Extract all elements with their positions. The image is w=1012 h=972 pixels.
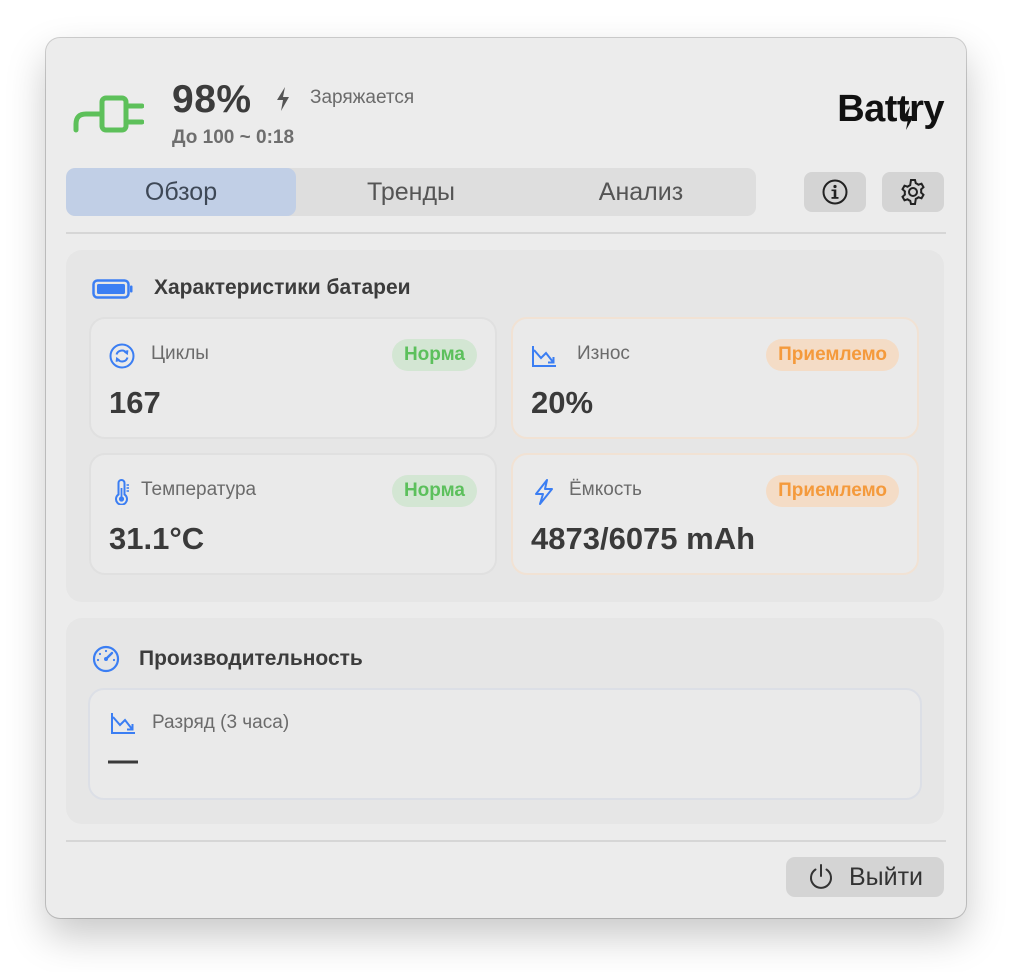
wear-card: Износ Приемлемо 20% — [511, 317, 919, 439]
tab-trends[interactable]: Тренды — [296, 168, 526, 216]
logo-bolt-icon — [901, 106, 914, 130]
battery-percentage: 98% — [172, 78, 252, 121]
capacity-card: Ёмкость Приемлемо 4873/6075 mAh — [511, 453, 919, 575]
footer-divider — [66, 840, 946, 842]
info-button[interactable] — [804, 172, 866, 212]
temperature-value: 31.1°C — [109, 521, 205, 556]
tab-analysis[interactable]: Анализ — [526, 168, 756, 216]
temperature-label: Температура — [141, 479, 257, 500]
bolt-icon — [277, 87, 289, 111]
capacity-label: Ёмкость — [569, 479, 642, 500]
discharge-value: — — [108, 744, 138, 777]
time-to-full: До 100 ~ 0:18 — [172, 127, 295, 148]
battery-characteristics-section: Характеристики батареи Циклы Норма 167 И… — [66, 250, 944, 602]
status-badge: Норма — [391, 339, 477, 371]
bolt-icon — [535, 479, 553, 505]
status-badge: Норма — [391, 475, 477, 507]
temperature-card: Температура Норма 31.1°C — [89, 453, 497, 575]
section-title: Производительность — [139, 647, 363, 670]
cycles-value: 167 — [109, 385, 161, 420]
cycle-icon — [109, 343, 135, 369]
logo-text-t: t — [897, 88, 914, 131]
power-icon — [809, 864, 832, 889]
header-divider — [66, 232, 946, 234]
status-badge: Приемлемо — [766, 339, 899, 371]
info-icon — [822, 179, 848, 205]
chart-down-icon — [532, 346, 556, 367]
status-badge: Приемлемо — [766, 475, 899, 507]
capacity-value: 4873/6075 mAh — [531, 521, 756, 556]
wear-value: 20% — [531, 385, 594, 420]
charging-status: Заряжается — [310, 87, 415, 108]
discharge-label: Разряд (3 часа) — [152, 712, 290, 733]
cycles-card: Циклы Норма 167 — [89, 317, 497, 439]
speedometer-icon — [92, 645, 120, 673]
cycles-label: Циклы — [151, 343, 209, 364]
performance-section: Производительность Разряд (3 часа) — — [66, 618, 944, 824]
gear-icon — [901, 179, 925, 205]
quit-button[interactable]: Выйти — [786, 857, 944, 897]
battery-icon — [92, 279, 133, 299]
discharge-card: Разряд (3 часа) — — [88, 688, 922, 800]
tab-overview[interactable]: Обзор — [66, 168, 296, 216]
settings-button[interactable] — [882, 172, 944, 212]
wear-label: Износ — [577, 343, 630, 364]
section-title: Характеристики батареи — [154, 276, 411, 299]
logo-text-start: Bat — [837, 88, 897, 130]
thermometer-icon — [115, 479, 129, 505]
plug-icon — [73, 95, 144, 133]
quit-label: Выйти — [848, 862, 924, 891]
app-logo: Batt ry — [837, 88, 944, 131]
tab-bar: Обзор Тренды Анализ — [66, 168, 756, 216]
chart-down-icon — [111, 713, 135, 734]
battery-window: 98% Заряжается До 100 ~ 0:18 Batt ry Обзо… — [46, 38, 966, 918]
